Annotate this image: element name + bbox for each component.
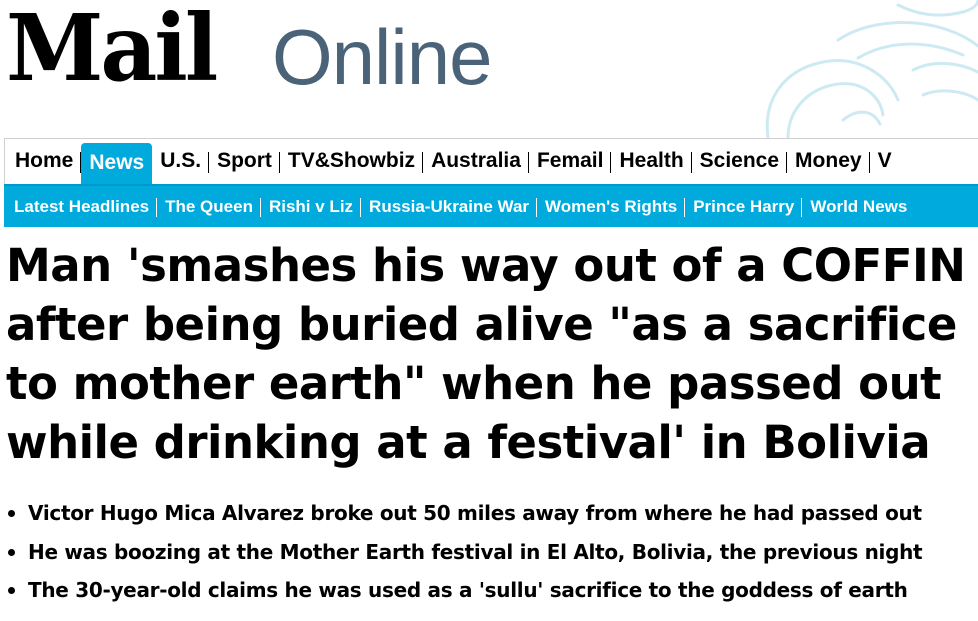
article-headline: Man 'smashes his way out of a COFFIN aft… [6, 239, 966, 469]
nav-tab-tvshowbiz[interactable]: TV&Showbiz [280, 139, 424, 184]
subnav-world-news[interactable]: World News [802, 186, 915, 227]
subnav-prince-harry[interactable]: Prince Harry [685, 186, 803, 227]
nav-tab-us[interactable]: U.S. [152, 139, 209, 184]
nav-tab-health[interactable]: Health [611, 139, 692, 184]
article-summary-bullets: Victor Hugo Mica Alvarez broke out 50 mi… [6, 494, 978, 610]
logo-mail[interactable]: Mail [6, 2, 218, 94]
nav-tab-sport[interactable]: Sport [209, 139, 280, 184]
nav-tab-home[interactable]: Home [5, 139, 82, 184]
summary-bullet: He was boozing at the Mother Earth festi… [6, 533, 978, 572]
bullet-dot-icon [8, 548, 15, 556]
subnav-rishi-v-liz[interactable]: Rishi v Liz [261, 186, 362, 227]
nav-tab-science[interactable]: Science [692, 139, 788, 184]
subnav-russia-ukraine-war[interactable]: Russia-Ukraine War [361, 186, 538, 227]
summary-bullet: The 30-year-old claims he was used as a … [6, 571, 978, 610]
nav-tab-money[interactable]: Money [787, 139, 870, 184]
nav-tab-femail[interactable]: Femail [529, 139, 612, 184]
summary-bullet: Victor Hugo Mica Alvarez broke out 50 mi… [6, 494, 978, 533]
summary-bullet-text: Victor Hugo Mica Alvarez broke out 50 mi… [28, 501, 922, 525]
masthead: Mail Online [0, 0, 978, 138]
summary-bullet-text: He was boozing at the Mother Earth festi… [28, 539, 923, 564]
nav-tab-australia[interactable]: Australia [423, 139, 529, 184]
subnav-womens-rights[interactable]: Women's Rights [537, 186, 686, 227]
logo-online[interactable]: Online [272, 18, 492, 96]
nav-tab-video[interactable]: V [870, 139, 900, 184]
subnav-latest-headlines[interactable]: Latest Headlines [4, 186, 158, 227]
bullet-dot-icon [8, 510, 15, 517]
nav-tab-news[interactable]: News [81, 143, 153, 184]
primary-nav: Home News U.S. Sport TV&Showbiz Australi… [4, 138, 978, 184]
subnav-the-queen[interactable]: The Queen [157, 186, 261, 227]
swirl-decoration-icon [765, 0, 978, 138]
bullet-dot-icon [8, 587, 15, 594]
secondary-nav: Latest Headlines The Queen Rishi v Liz R… [4, 184, 978, 227]
summary-bullet-text: The 30-year-old claims he was used as a … [28, 578, 908, 602]
